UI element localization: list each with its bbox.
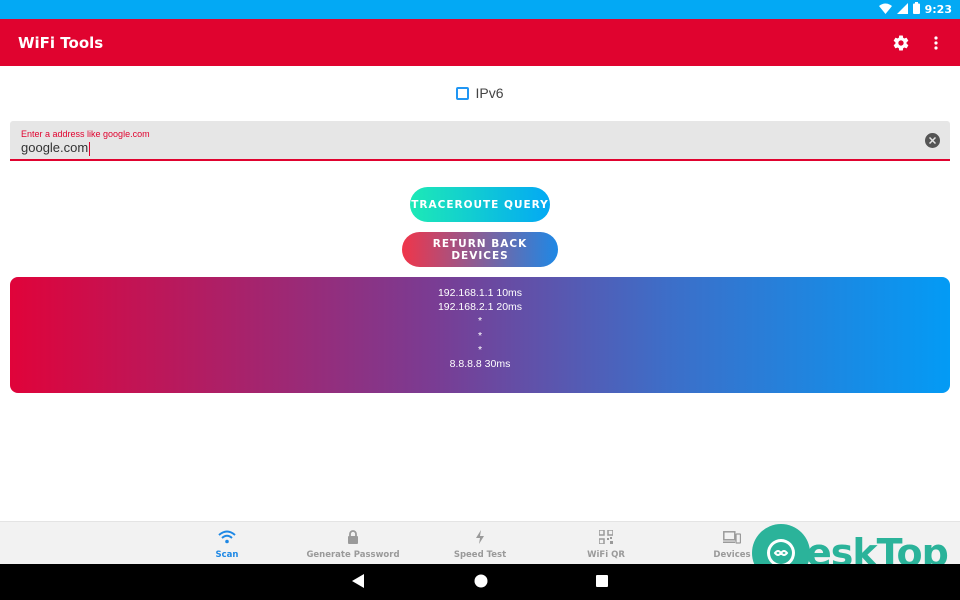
address-input-hint: Enter a address like google.com <box>21 129 150 139</box>
nav-item-wifi-qr[interactable]: WiFi QR <box>546 528 666 560</box>
nav-item-scan[interactable]: Scan <box>167 528 287 560</box>
result-line: 192.168.1.1 10ms <box>437 287 523 299</box>
text-caret <box>89 141 91 156</box>
home-circle-icon <box>474 574 488 588</box>
ipv6-label: IPv6 <box>475 85 504 101</box>
recents-button[interactable] <box>596 574 608 592</box>
ipv6-option[interactable]: IPv6 <box>0 85 960 101</box>
traceroute-results-panel: 192.168.1.1 10ms 192.168.2.1 20ms * * * … <box>10 277 950 393</box>
nav-label: Generate Password <box>306 550 400 560</box>
result-line: 192.168.2.1 20ms <box>437 301 523 314</box>
clear-input-button[interactable] <box>925 133 940 148</box>
status-bar: 9:23 <box>0 0 960 19</box>
gear-icon <box>893 35 909 51</box>
status-icons: 9:23 <box>878 2 952 17</box>
nav-label: WiFi QR <box>587 550 625 560</box>
signal-icon <box>896 2 908 17</box>
app-bar: WiFi Tools <box>0 19 960 66</box>
result-line: * <box>477 315 483 328</box>
back-button[interactable] <box>352 574 365 593</box>
more-options-button[interactable] <box>926 31 946 55</box>
ipv6-checkbox[interactable] <box>456 86 470 100</box>
qr-code-icon <box>599 530 613 544</box>
more-vert-icon <box>934 36 938 50</box>
back-triangle-icon <box>352 574 364 588</box>
traceroute-query-button[interactable]: TRACEROUTE QUERY <box>410 187 550 222</box>
status-time: 9:23 <box>924 3 952 16</box>
bolt-icon <box>476 530 484 544</box>
system-navigation-bar <box>0 564 960 600</box>
nav-label: Speed Test <box>453 550 507 560</box>
wifi-icon <box>878 3 892 17</box>
home-button[interactable] <box>474 574 488 593</box>
recents-square-icon <box>596 575 608 587</box>
result-line: * <box>477 329 483 342</box>
address-input[interactable]: Enter a address like google.com google.c… <box>10 121 950 161</box>
settings-button[interactable] <box>890 32 912 54</box>
address-input-value[interactable]: google.com <box>21 140 91 156</box>
app-title: WiFi Tools <box>18 34 104 52</box>
lock-icon <box>348 530 358 544</box>
return-back-devices-button[interactable]: RETURN BACK DEVICES <box>402 232 558 267</box>
nav-item-generate-password[interactable]: Generate Password <box>293 528 413 560</box>
result-line: 8.8.8.8 30ms <box>449 358 511 371</box>
nav-label: Scan <box>215 550 239 560</box>
nav-item-speed-test[interactable]: Speed Test <box>420 528 540 560</box>
battery-icon <box>912 2 920 17</box>
wifi-icon <box>218 530 236 544</box>
close-icon <box>929 137 936 144</box>
devices-icon <box>723 530 741 544</box>
result-line: * <box>477 343 483 356</box>
